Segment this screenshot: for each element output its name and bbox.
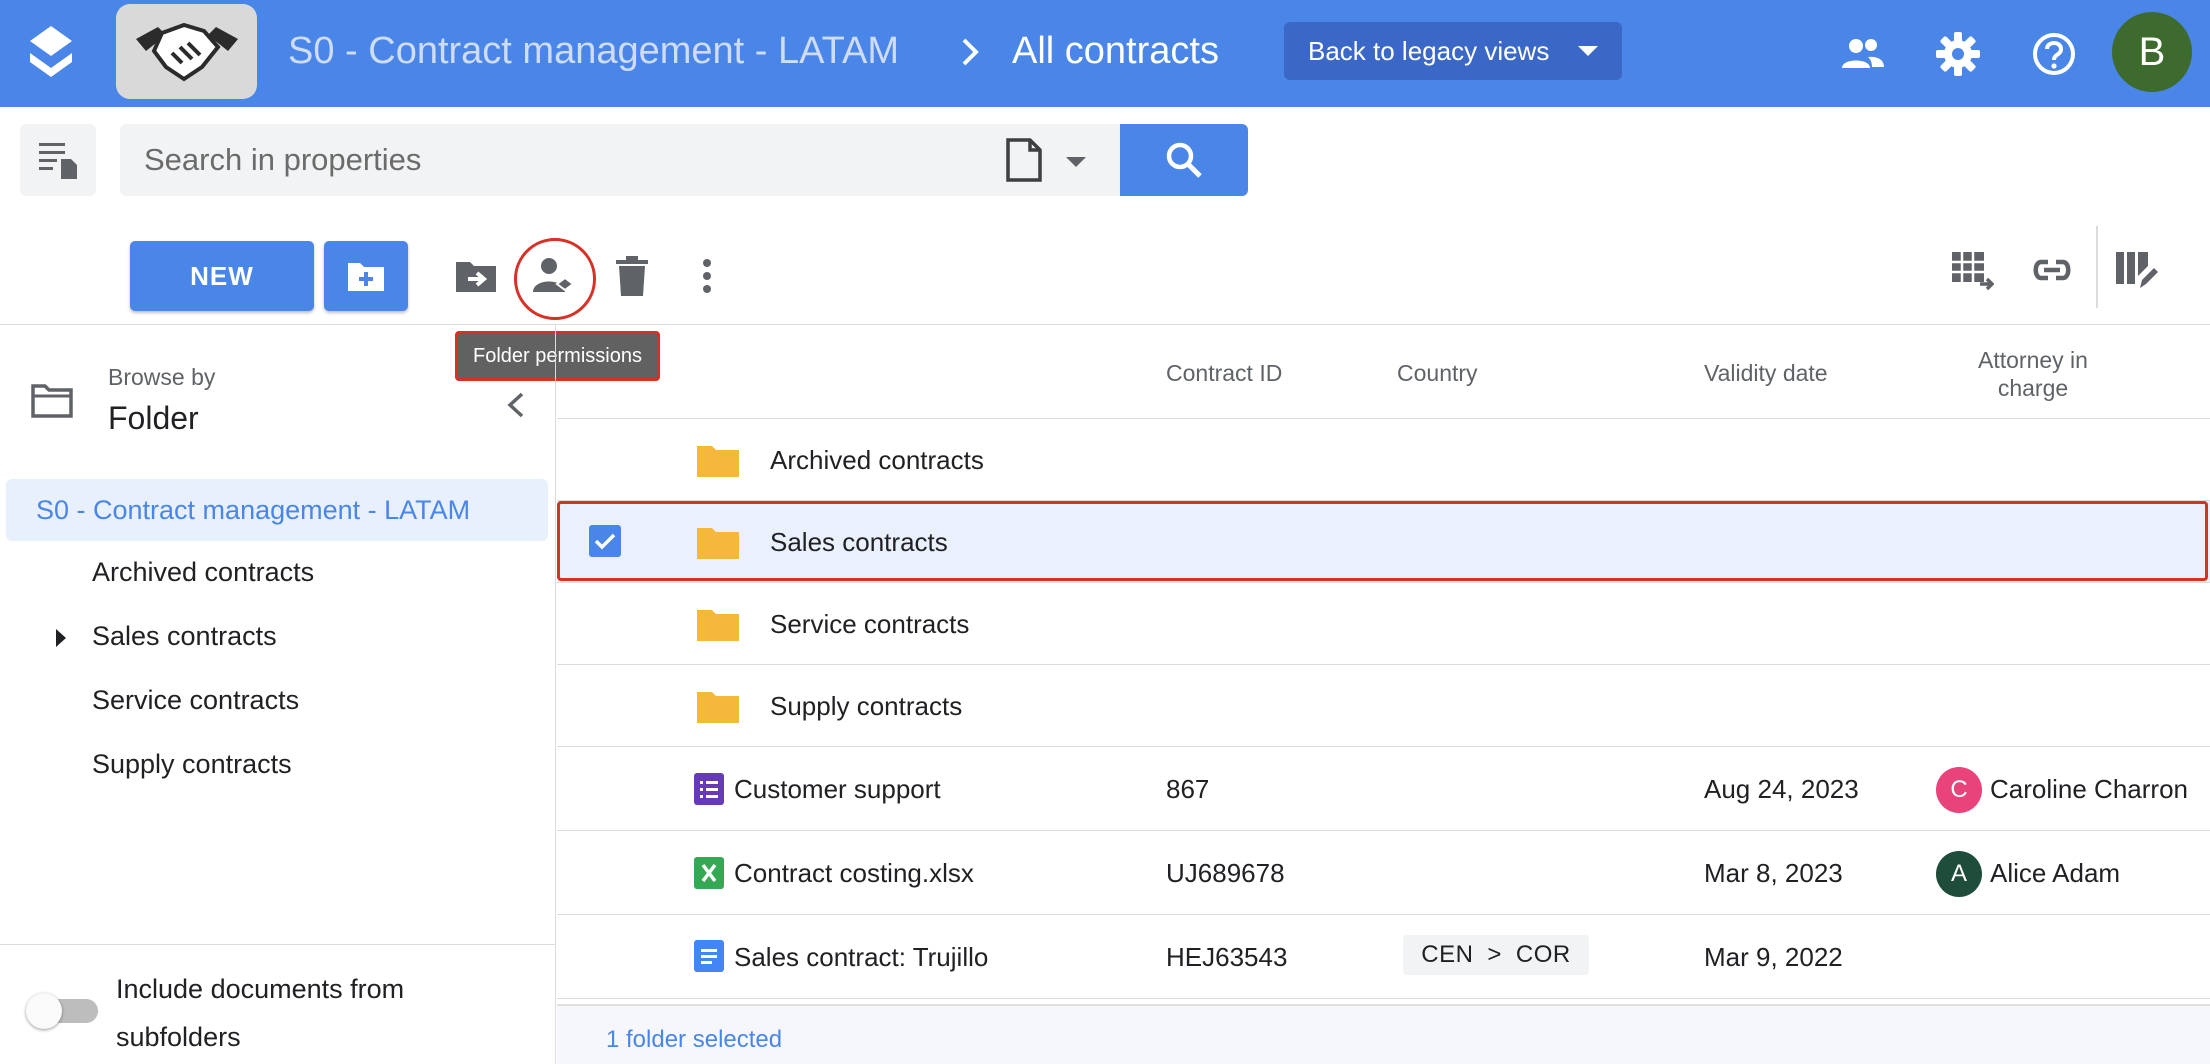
folder-outline-icon <box>31 384 73 418</box>
status-bar <box>557 1006 2210 1064</box>
file-name[interactable]: Contract costing.xlsx <box>734 858 974 889</box>
attorney-avatar: C <box>1936 767 1982 813</box>
tree-item-archived-contracts[interactable]: Archived contracts <box>92 557 314 588</box>
document-file-icon <box>694 940 724 972</box>
delete-trash-icon[interactable] <box>610 254 654 298</box>
document-type-filter-icon[interactable] <box>1004 138 1044 182</box>
country-to: COR <box>1515 941 1571 968</box>
search-input[interactable] <box>144 124 964 196</box>
export-table-icon[interactable] <box>1950 248 1994 292</box>
caret-down-icon <box>1578 46 1598 56</box>
validity-date: Aug 24, 2023 <box>1704 774 1859 804</box>
contract-id: HEJ63543 <box>1166 942 1288 972</box>
country-chip[interactable]: CEN > COR <box>1403 935 1589 975</box>
tree-item-supply-contracts[interactable]: Supply contracts <box>92 749 292 780</box>
new-button[interactable]: NEW <box>130 241 314 311</box>
column-header-country[interactable]: Country <box>1397 360 1478 387</box>
include-subfolders-label: Include documents from subfolders <box>116 974 405 1052</box>
settings-gear-icon[interactable] <box>1934 30 1982 78</box>
browse-by-label: Browse by <box>108 364 216 390</box>
country-chip-separator: > <box>1487 941 1502 968</box>
people-icon[interactable] <box>1838 30 1886 78</box>
browse-by-value[interactable]: Folder <box>108 400 199 437</box>
folder-name[interactable]: Archived contracts <box>770 445 984 476</box>
folder-icon <box>697 446 739 477</box>
toggle-knob <box>26 993 62 1029</box>
attorney-name[interactable]: Caroline Charron <box>1990 774 2188 805</box>
search-button[interactable] <box>1120 124 1248 196</box>
breadcrumb-workspace[interactable]: S0 - Contract management - LATAM <box>288 30 899 73</box>
attorney-avatar: A <box>1936 851 1982 897</box>
search-icon <box>1166 142 1202 178</box>
spreadsheet-file-icon <box>694 857 724 889</box>
folder-name[interactable]: Supply contracts <box>770 691 962 722</box>
legacy-button-label: Back to legacy views <box>1308 35 1550 66</box>
app-logo-icon[interactable] <box>28 26 74 80</box>
form-file-icon <box>694 773 724 805</box>
move-to-folder-icon[interactable] <box>454 254 498 298</box>
workspace-logo <box>116 4 257 99</box>
column-header-attorney[interactable]: Attorney in charge <box>1960 346 2106 402</box>
tree-expand-arrow-icon[interactable] <box>56 629 66 647</box>
selected-row-highlight <box>557 501 2208 581</box>
toggle-sidebar-button[interactable] <box>20 124 96 196</box>
create-folder-icon <box>348 263 384 291</box>
breadcrumb-current-view[interactable]: All contracts <box>1012 30 1219 73</box>
document-list-icon <box>39 143 77 179</box>
attorney-name[interactable]: Alice Adam <box>1990 858 2120 889</box>
contract-id: 867 <box>1166 774 1210 804</box>
back-to-legacy-views-button[interactable]: Back to legacy views <box>1284 22 1622 80</box>
sidebar-footer-divider <box>0 944 556 945</box>
handshake-icon <box>135 22 238 81</box>
column-header-validity-date[interactable]: Validity date <box>1704 360 1828 387</box>
contract-id: UJ689678 <box>1166 858 1285 888</box>
edit-columns-icon[interactable] <box>2114 248 2158 292</box>
user-avatar[interactable]: B <box>2112 12 2192 92</box>
tree-item-service-contracts[interactable]: Service contracts <box>92 685 299 716</box>
country-from: CEN <box>1421 941 1474 968</box>
tree-item-sales-contracts[interactable]: Sales contracts <box>92 621 277 652</box>
collapse-sidebar-chevron-icon[interactable] <box>504 390 528 420</box>
app-header: S0 - Contract management - LATAM All con… <box>0 0 2210 107</box>
breadcrumb-chevron-icon <box>962 38 979 66</box>
more-actions-icon[interactable] <box>685 254 729 298</box>
tree-root-workspace[interactable]: S0 - Contract management - LATAM <box>6 479 548 541</box>
toolbar-divider <box>2096 226 2098 308</box>
folder-icon <box>697 610 739 641</box>
help-icon[interactable] <box>2030 30 2078 78</box>
include-subfolders-toggle[interactable] <box>26 993 100 1029</box>
file-name[interactable]: Customer support <box>734 774 941 805</box>
new-folder-button[interactable] <box>324 241 408 311</box>
copy-link-icon[interactable] <box>2030 248 2074 292</box>
search-box <box>120 124 1120 196</box>
validity-date: Mar 9, 2022 <box>1704 942 1843 972</box>
column-header-contract-id[interactable]: Contract ID <box>1166 360 1282 387</box>
file-name[interactable]: Sales contract: Trujillo <box>734 942 988 973</box>
validity-date: Mar 8, 2023 <box>1704 858 1843 888</box>
document-type-caret-icon[interactable] <box>1066 157 1086 167</box>
selection-status: 1 folder selected <box>606 1026 783 1053</box>
folder-icon <box>697 692 739 723</box>
folder-name[interactable]: Service contracts <box>770 609 969 640</box>
folder-permissions-highlight <box>514 238 596 320</box>
